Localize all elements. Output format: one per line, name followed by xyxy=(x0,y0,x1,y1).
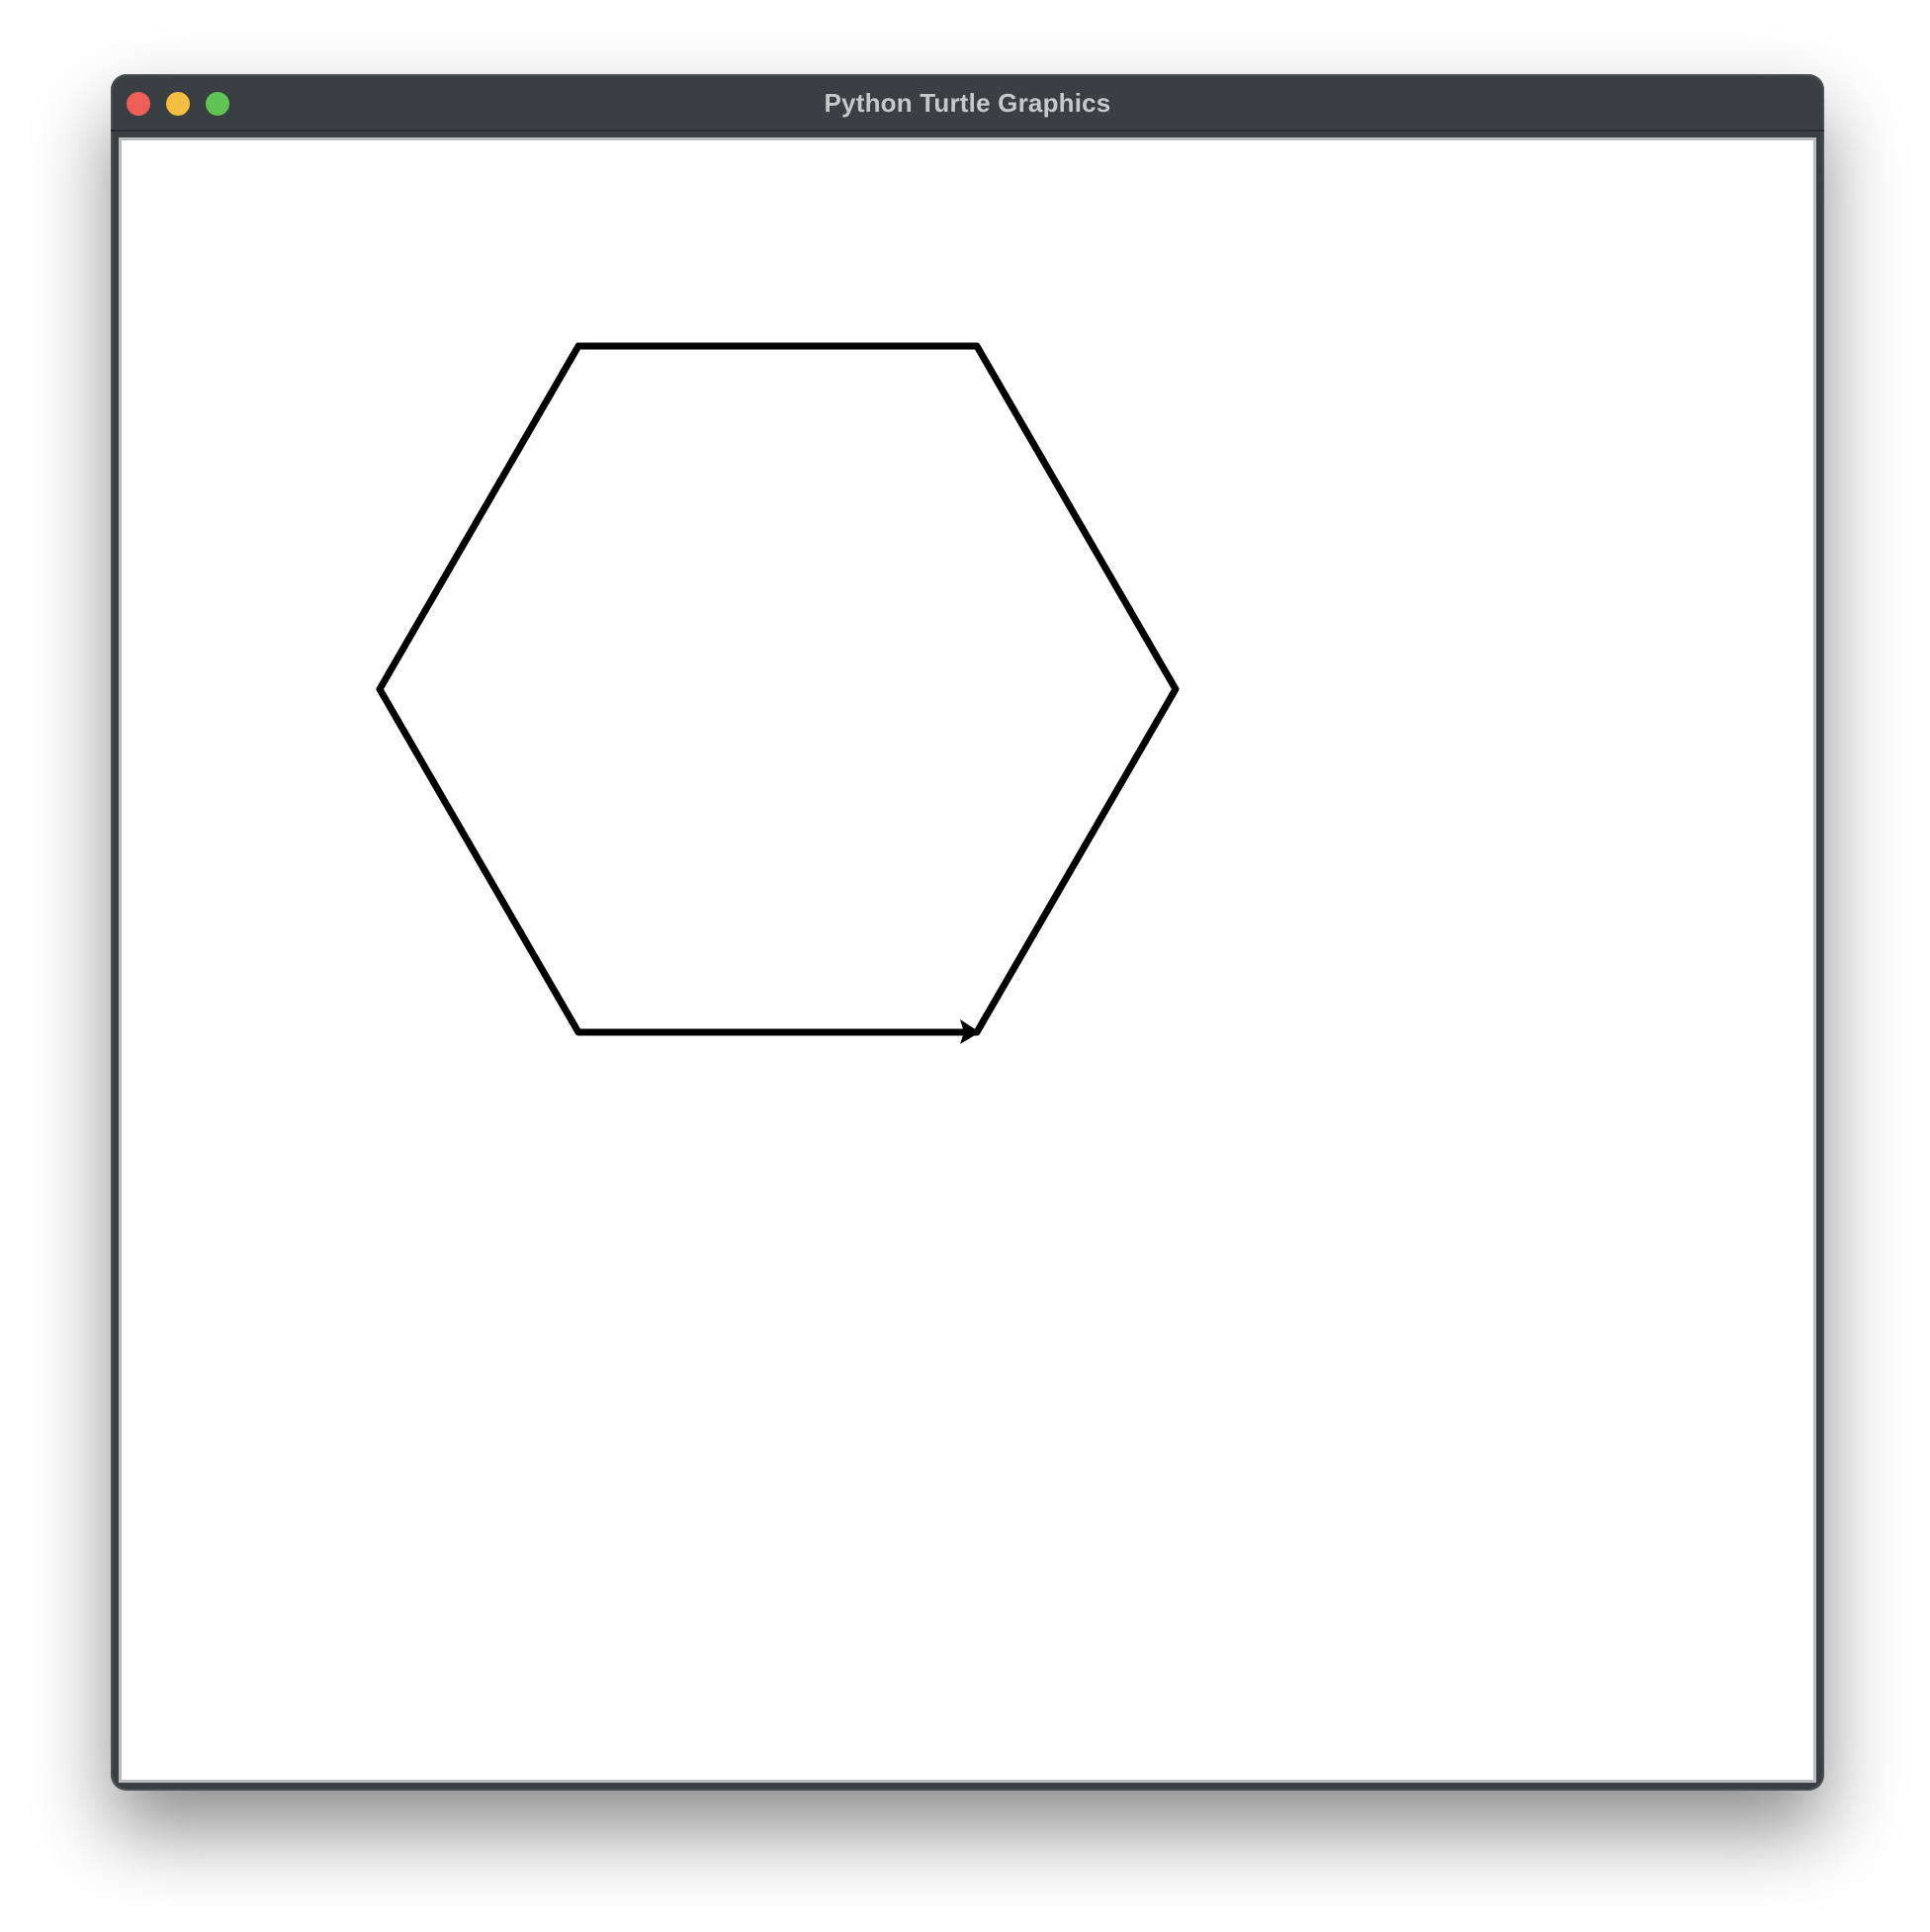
hexagon-shape xyxy=(376,342,1180,1036)
turtle-window: Python Turtle Graphics xyxy=(111,74,1824,1791)
window-title: Python Turtle Graphics xyxy=(824,88,1111,118)
title-bar[interactable]: Python Turtle Graphics xyxy=(111,74,1824,132)
turtle-canvas[interactable] xyxy=(119,137,1816,1783)
drawing-surface xyxy=(376,342,1180,1044)
